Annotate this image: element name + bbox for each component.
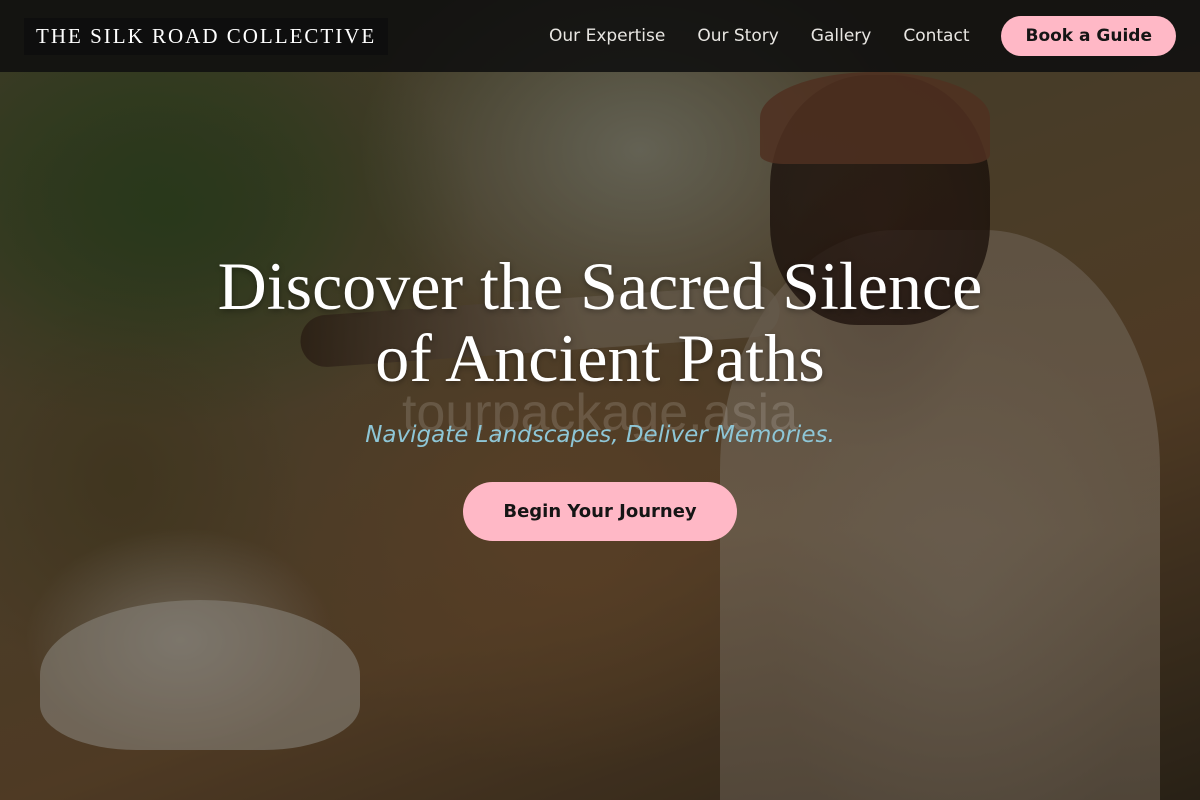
hero-subtitle: Navigate Landscapes, Deliver Memories. bbox=[365, 422, 835, 448]
nav-menu: Our Expertise Our Story Gallery Contact … bbox=[549, 16, 1176, 56]
top-navbar: THE SILK ROAD COLLECTIVE Our Expertise O… bbox=[0, 0, 1200, 72]
nav-link-our-story[interactable]: Our Story bbox=[697, 26, 778, 46]
nav-link-gallery[interactable]: Gallery bbox=[811, 26, 872, 46]
brand-logo[interactable]: THE SILK ROAD COLLECTIVE bbox=[24, 17, 389, 55]
hero-section: THE SILK ROAD COLLECTIVE Our Expertise O… bbox=[0, 0, 1200, 800]
hero-title: Discover the Sacred Silence of Ancient P… bbox=[0, 250, 1200, 394]
nav-link-contact[interactable]: Contact bbox=[903, 26, 969, 46]
begin-journey-button[interactable]: Begin Your Journey bbox=[463, 482, 737, 541]
hero-title-line-1: Discover the Sacred Silence bbox=[217, 248, 983, 324]
hero-title-line-2: of Ancient Paths bbox=[375, 320, 825, 396]
hero-content: Discover the Sacred Silence of Ancient P… bbox=[0, 250, 1200, 541]
book-guide-button[interactable]: Book a Guide bbox=[1001, 16, 1176, 56]
nav-link-our-expertise[interactable]: Our Expertise bbox=[549, 26, 665, 46]
